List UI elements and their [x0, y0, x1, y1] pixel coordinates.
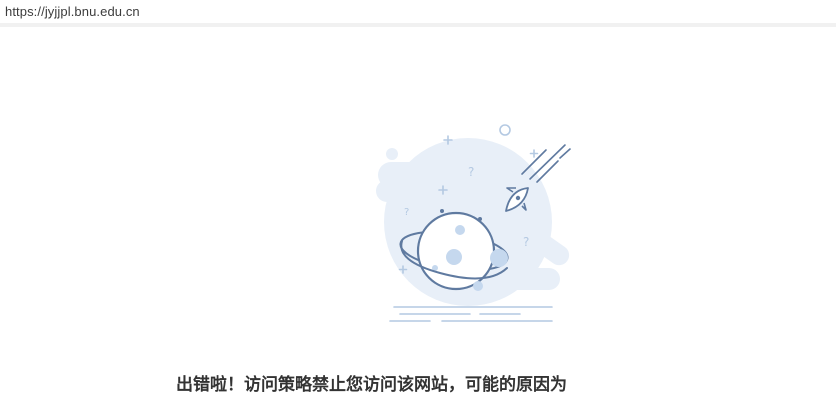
url-text[interactable]: https://jyjjpl.bnu.edu.cn: [5, 4, 140, 19]
planet-rocket-error-illustration: ? ? ?: [376, 124, 571, 322]
ground-lines: [389, 306, 553, 322]
error-heading: 出错啦！访问策略禁止您访问该网站，可能的原因为: [176, 375, 567, 395]
address-bar[interactable]: https://jyjjpl.bnu.edu.cn: [0, 0, 836, 27]
svg-text:?: ?: [468, 165, 474, 179]
error-illustration: ? ? ?: [370, 118, 590, 330]
svg-text:?: ?: [404, 207, 409, 218]
svg-text:?: ?: [523, 235, 529, 249]
